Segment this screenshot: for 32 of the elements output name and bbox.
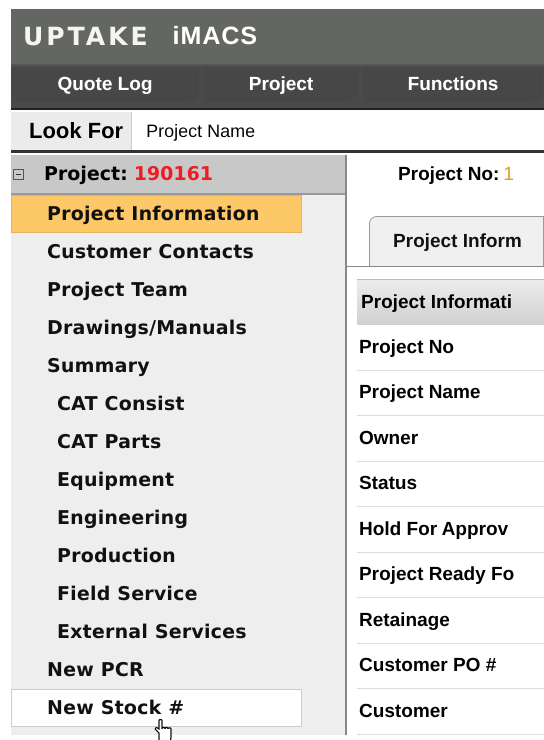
tree-item[interactable]: Production — [11, 537, 302, 575]
tree-item[interactable]: Customer Contacts — [11, 233, 302, 271]
tree-item[interactable]: New Stock # — [11, 689, 302, 727]
field-label: Status — [357, 462, 544, 508]
field-label: Project Ready Fo — [357, 552, 544, 598]
tree-item[interactable]: New PCR — [11, 651, 302, 689]
tree-item[interactable]: Summary — [11, 347, 302, 385]
project-no-value: 1 — [503, 164, 514, 186]
field-label: Retainage — [357, 598, 544, 644]
tree-item[interactable]: Equipment — [11, 461, 302, 499]
field-label: Hold For Approv — [357, 507, 544, 553]
tree-item[interactable]: Engineering — [11, 499, 302, 537]
brand-logo: UPTAKE — [23, 22, 151, 51]
project-number: 190161 — [134, 163, 214, 185]
tree-item[interactable]: Project Information — [11, 195, 302, 233]
project-no-label: Project No: — [398, 164, 500, 186]
tree-item[interactable]: Drawings/Manuals — [11, 309, 302, 347]
search-field[interactable]: Project Name — [132, 112, 544, 150]
table-header: Project Informati — [357, 279, 544, 326]
tree-item[interactable]: CAT Consist — [11, 385, 302, 423]
project-label: Project: — [44, 163, 128, 185]
tree-item[interactable]: Field Service — [11, 575, 302, 613]
tree-item[interactable]: CAT Parts — [11, 423, 302, 461]
tree-item[interactable]: External Services — [11, 613, 302, 651]
tab[interactable]: Project Inform — [369, 216, 544, 266]
tree-item[interactable]: Project Team — [11, 271, 302, 309]
field-label: Customer — [357, 689, 544, 735]
field-label: Project Name — [357, 370, 544, 416]
field-label: Owner — [357, 416, 544, 462]
field-label: Project No — [357, 325, 544, 371]
app-title: iMACS — [172, 22, 258, 51]
field-label: Customer PO # — [357, 644, 544, 690]
